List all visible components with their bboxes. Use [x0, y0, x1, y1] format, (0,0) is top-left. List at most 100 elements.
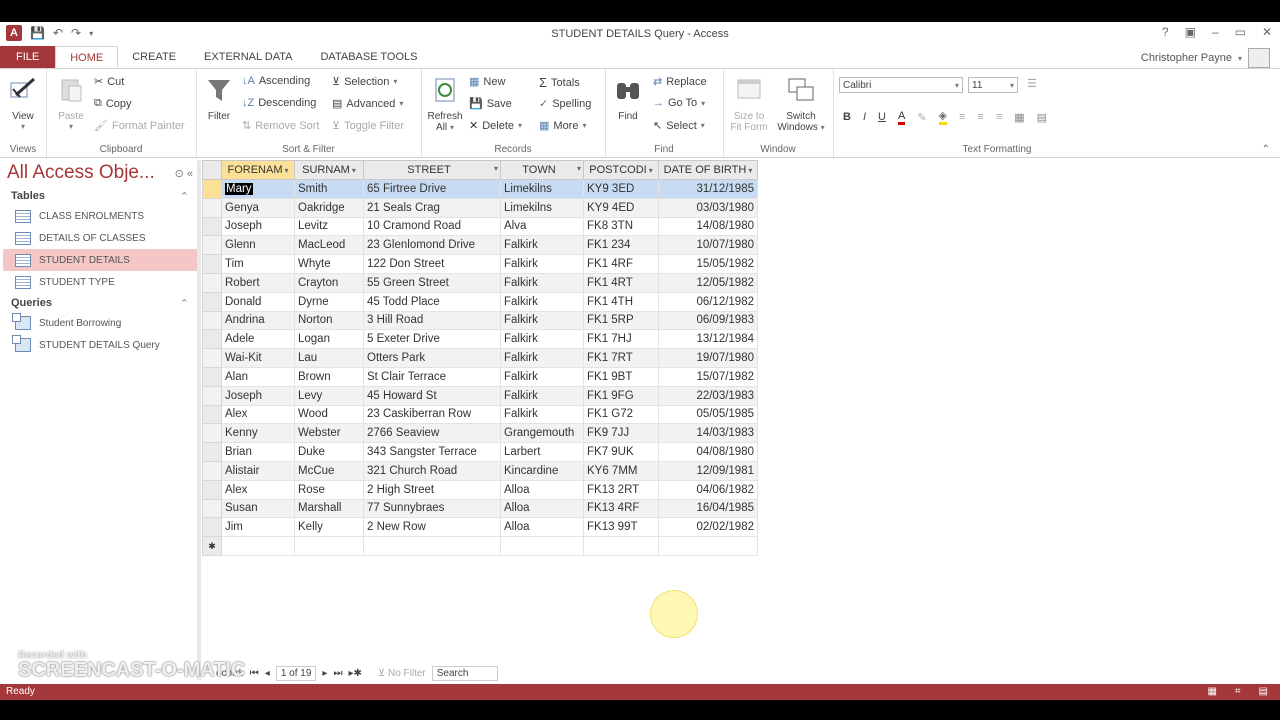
table-cell[interactable]: FK1 9FG — [583, 385, 659, 406]
table-cell[interactable]: Alva — [500, 216, 584, 237]
table-cell[interactable] — [583, 536, 659, 556]
paste-button[interactable]: Paste ▾ — [54, 75, 88, 131]
table-cell[interactable]: FK7 9UK — [583, 442, 659, 462]
no-filter-button[interactable]: ⊻ No Filter — [378, 668, 426, 679]
table-cell[interactable]: 77 Sunnybraes — [363, 498, 501, 519]
table-row[interactable]: Susan Marshall 77 Sunnybraes Alloa FK13 4RF 1… — [202, 498, 758, 519]
table-cell[interactable]: 14/08/1980 — [658, 216, 758, 237]
size-to-fit-button[interactable]: Size to Fit Form — [727, 75, 771, 133]
find-button[interactable]: Find — [611, 75, 645, 122]
align-left-icon[interactable]: ≡ — [959, 111, 965, 123]
table-cell[interactable]: Norton — [294, 310, 364, 331]
table-cell[interactable]: FK1 4TH — [583, 291, 659, 312]
refresh-all-button[interactable]: Refresh All ▾ — [425, 75, 465, 133]
table-cell[interactable]: Dyrne — [294, 291, 364, 312]
column-header-forename[interactable]: FORENAM ▾ — [221, 160, 295, 180]
table-row[interactable]: Brian Duke 343 Sangster Terrace Larbert FK7 … — [202, 442, 758, 462]
descending-button[interactable]: ↓Z Descending — [242, 97, 316, 109]
spelling-button[interactable]: ✓ Spelling — [539, 97, 591, 111]
table-cell[interactable]: Falkirk — [500, 348, 584, 368]
totals-button[interactable]: Σ Totals — [539, 75, 580, 90]
table-cell[interactable]: 2766 Seaview — [363, 423, 501, 444]
column-header-surname[interactable]: SURNAM ▾ — [294, 160, 364, 180]
table-row[interactable]: Glenn MacLeod 23 Glenlomond Drive Falkirk FK… — [202, 235, 758, 256]
table-cell[interactable]: FK1 G72 — [583, 404, 659, 425]
new-record-button[interactable]: ▦ New — [469, 75, 505, 89]
table-cell[interactable]: Larbert — [500, 442, 584, 462]
table-cell[interactable]: Falkirk — [500, 404, 584, 425]
nav-section-queries[interactable]: Queries ⌃ — [3, 293, 197, 312]
nav-item-student-details-query[interactable]: STUDENT DETAILS Query — [3, 334, 197, 356]
help-button[interactable]: ? — [1162, 25, 1169, 39]
ribbon-display-icon[interactable]: ▣ — [1185, 25, 1196, 39]
table-cell[interactable]: Falkirk — [500, 385, 584, 406]
table-cell[interactable]: FK13 2RT — [583, 479, 659, 500]
table-cell[interactable]: 15/07/1982 — [658, 366, 758, 387]
table-cell[interactable]: FK13 4RF — [583, 498, 659, 519]
user-account[interactable]: Christopher Payne ▾ — [1141, 48, 1270, 68]
design-view-icon[interactable]: ▤ — [1259, 684, 1268, 700]
table-cell[interactable]: St Clair Terrace — [363, 366, 501, 387]
record-selector[interactable] — [202, 498, 222, 519]
record-selector[interactable] — [202, 310, 222, 331]
minimize-button[interactable]: – — [1212, 25, 1219, 39]
table-cell[interactable]: Andrina — [221, 310, 295, 331]
table-cell[interactable]: 343 Sangster Terrace — [363, 442, 501, 462]
record-selector[interactable] — [202, 179, 222, 199]
align-center-icon[interactable]: ≡ — [977, 111, 983, 123]
chevron-down-icon[interactable]: ▾ — [748, 166, 752, 175]
table-cell[interactable]: Alloa — [500, 498, 584, 519]
table-cell[interactable]: 45 Todd Place — [363, 291, 501, 312]
view-button[interactable]: View ▾ — [6, 75, 40, 131]
record-selector[interactable] — [202, 348, 222, 368]
table-cell[interactable]: Kenny — [221, 423, 295, 444]
table-cell[interactable]: Alloa — [500, 517, 584, 538]
table-row[interactable]: Adele Logan 5 Exeter Drive Falkirk FK1 7HJ 13… — [202, 329, 758, 350]
table-cell[interactable]: Duke — [294, 442, 364, 462]
table-cell[interactable]: Alex — [221, 479, 295, 500]
table-cell[interactable]: 45 Howard St — [363, 385, 501, 406]
select-all-corner[interactable] — [202, 160, 222, 180]
record-selector[interactable] — [202, 329, 222, 350]
table-cell[interactable]: 10 Cramond Road — [363, 216, 501, 237]
chevron-down-icon[interactable]: ▾ — [284, 166, 288, 175]
close-button[interactable]: ✕ — [1262, 25, 1272, 39]
italic-icon[interactable]: I — [863, 111, 866, 123]
table-cell[interactable]: 06/12/1982 — [658, 291, 758, 312]
nav-item-student-type[interactable]: STUDENT TYPE — [3, 271, 197, 293]
record-selector[interactable] — [202, 442, 222, 462]
table-cell[interactable]: Grangemouth — [500, 423, 584, 444]
table-row[interactable]: Jim Kelly 2 New Row Alloa FK13 99T 02/02/1982 — [202, 517, 758, 538]
table-cell[interactable]: 02/02/1982 — [658, 517, 758, 538]
previous-record-icon[interactable]: ◂ — [265, 668, 270, 679]
table-cell[interactable]: Genya — [221, 197, 295, 218]
table-row[interactable]: Alan Brown St Clair Terrace Falkirk FK1 9BT 1… — [202, 366, 758, 387]
underline-icon[interactable]: U — [878, 111, 886, 123]
nav-item-student-details[interactable]: STUDENT DETAILS — [3, 249, 197, 271]
tab-home[interactable]: HOME — [55, 46, 119, 68]
table-cell[interactable]: 22/03/1983 — [658, 385, 758, 406]
table-cell[interactable]: 13/12/1984 — [658, 329, 758, 350]
table-cell[interactable] — [294, 536, 364, 556]
table-cell[interactable]: 05/05/1985 — [658, 404, 758, 425]
font-size-select[interactable]: 11 ▾ — [968, 77, 1018, 93]
tab-external-data[interactable]: EXTERNAL DATA — [190, 46, 306, 68]
record-selector[interactable] — [202, 404, 222, 425]
table-cell[interactable]: Oakridge — [294, 197, 364, 218]
format-painter-button[interactable]: 🖌 Format Painter — [94, 119, 185, 133]
chevron-down-icon[interactable]: ▾ — [649, 166, 653, 175]
table-cell[interactable] — [363, 536, 501, 556]
table-cell[interactable]: FK1 7RT — [583, 348, 659, 368]
fill-color-icon[interactable]: ◈ — [938, 109, 947, 125]
table-cell[interactable]: Falkirk — [500, 235, 584, 256]
table-cell[interactable]: Falkirk — [500, 366, 584, 387]
table-cell[interactable]: 04/08/1980 — [658, 442, 758, 462]
shutter-bar-icon[interactable]: « — [187, 168, 193, 180]
table-cell[interactable]: FK1 4RT — [583, 272, 659, 293]
table-cell[interactable]: 21 Seals Crag — [363, 197, 501, 218]
chevron-down-icon[interactable]: ▾ — [577, 164, 581, 173]
table-cell[interactable]: 03/03/1980 — [658, 197, 758, 218]
record-position-input[interactable]: 1 of 19 — [275, 665, 317, 681]
nav-item-student-borrowing[interactable]: Student Borrowing — [3, 312, 197, 334]
chevron-down-icon[interactable]: ▾ — [494, 164, 498, 173]
